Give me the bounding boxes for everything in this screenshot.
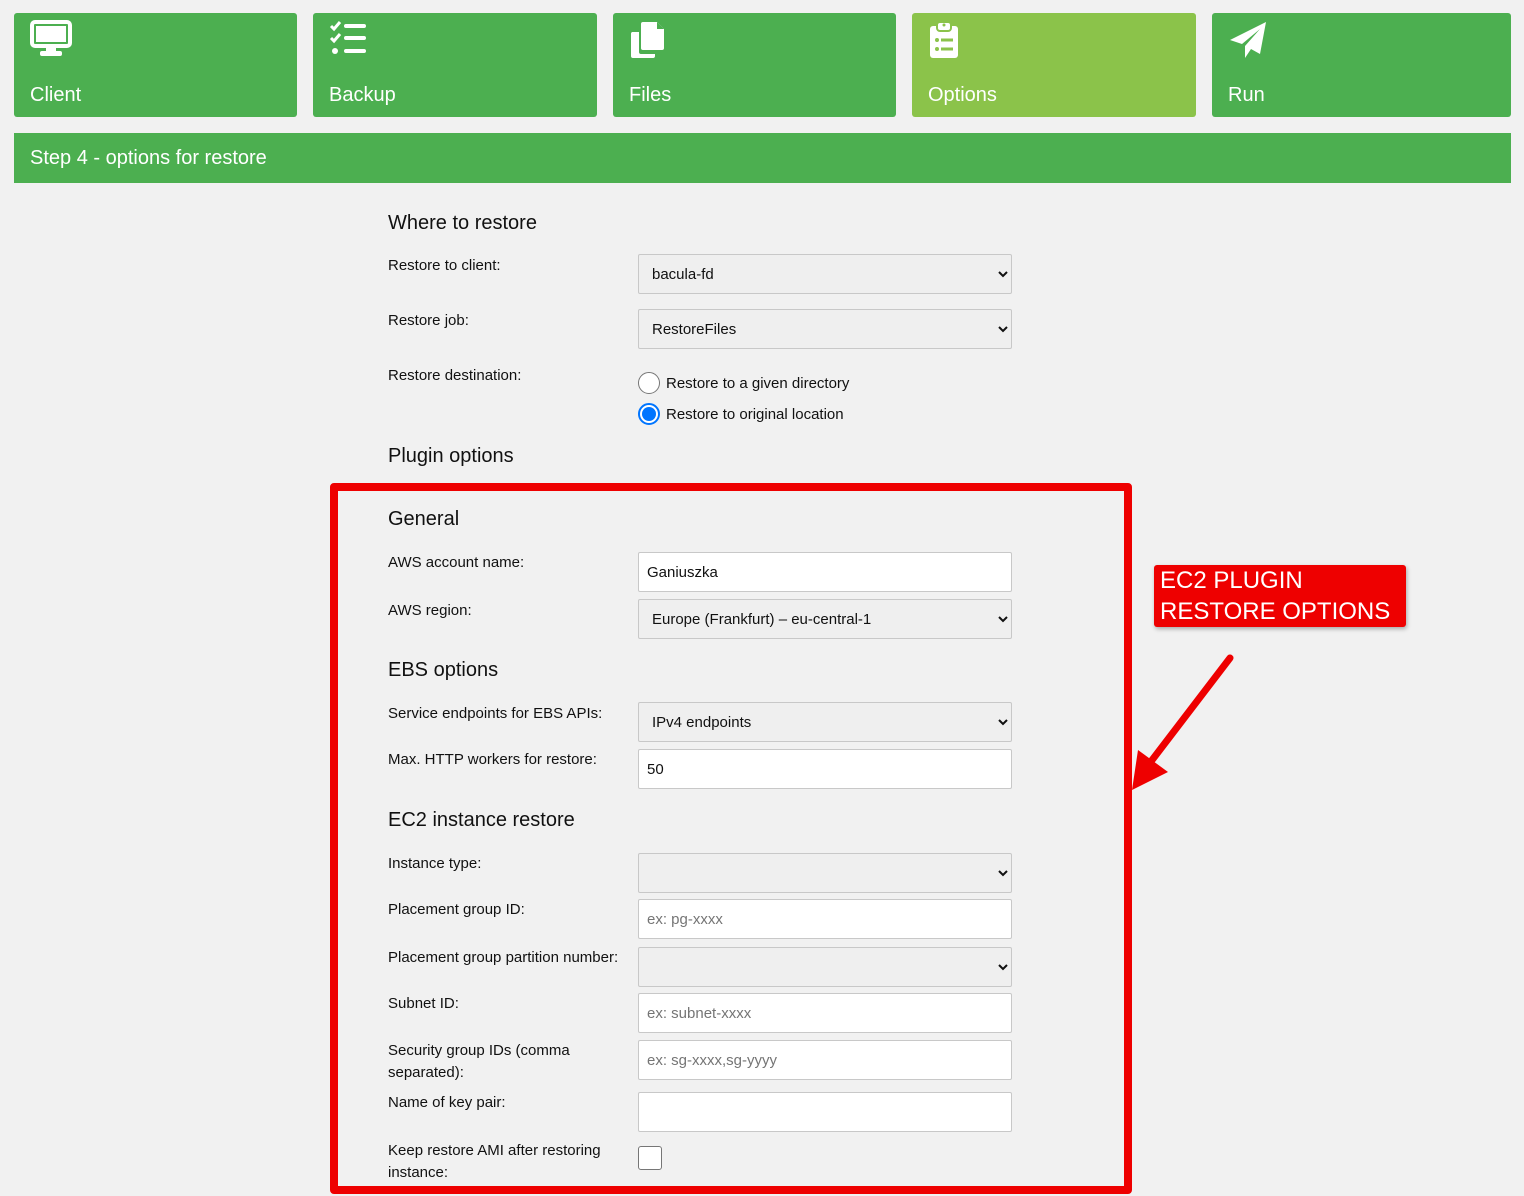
paper-plane-icon — [1228, 20, 1268, 65]
aws-region-label: AWS region: — [388, 602, 472, 619]
http-workers-label: Max. HTTP workers for restore: — [388, 751, 597, 768]
radio-given-directory[interactable]: Restore to a given directory — [638, 370, 849, 396]
security-groups-input[interactable] — [638, 1040, 1012, 1080]
aws-region-select[interactable]: Europe (Frankfurt) – eu-central-1 — [638, 599, 1012, 639]
section-where-to-restore: Where to restore — [388, 212, 537, 234]
placement-group-label: Placement group ID: — [388, 901, 525, 918]
tab-files[interactable]: Files — [613, 13, 896, 117]
radio-label: Restore to original location — [666, 405, 844, 423]
tab-label: Files — [629, 84, 672, 106]
tab-options[interactable]: Options — [912, 13, 1196, 117]
key-pair-input[interactable] — [638, 1092, 1012, 1132]
section-ec2-instance-restore: EC2 instance restore — [388, 809, 575, 831]
ebs-endpoints-label: Service endpoints for EBS APIs: — [388, 705, 603, 722]
radio-button-checked[interactable] — [638, 403, 660, 425]
restore-client-label: Restore to client: — [388, 257, 501, 274]
radio-button[interactable] — [638, 372, 660, 394]
annotation-callout: EC2 PLUGIN RESTORE OPTIONS — [1154, 565, 1406, 627]
radio-original-location[interactable]: Restore to original location — [638, 401, 844, 427]
tab-client[interactable]: Client — [14, 13, 297, 117]
checklist-icon — [329, 20, 369, 63]
tab-run[interactable]: Run — [1212, 13, 1511, 117]
restore-job-label: Restore job: — [388, 312, 469, 329]
restore-client-select[interactable]: bacula-fd — [638, 254, 1012, 294]
key-pair-label: Name of key pair: — [388, 1094, 506, 1111]
tab-label: Options — [928, 84, 997, 106]
monitor-icon — [30, 20, 72, 63]
tab-label: Backup — [329, 84, 396, 106]
subnet-input[interactable] — [638, 993, 1012, 1033]
ebs-endpoints-select[interactable]: IPv4 endpoints — [638, 702, 1012, 742]
section-ebs-options: EBS options — [388, 659, 499, 681]
annotation-arrow-icon — [1132, 654, 1234, 790]
partition-number-select[interactable] — [638, 947, 1012, 987]
aws-account-label: AWS account name: — [388, 554, 525, 571]
copy-files-icon — [629, 20, 669, 65]
aws-account-input[interactable] — [638, 552, 1012, 592]
instance-type-label: Instance type: — [388, 855, 482, 872]
placement-group-input[interactable] — [638, 899, 1012, 939]
restore-destination-label: Restore destination: — [388, 367, 522, 384]
step-title: Step 4 - options for restore — [14, 133, 1511, 183]
keep-ami-label: Keep restore AMI after restoring instanc… — [388, 1142, 601, 1181]
restore-job-select[interactable]: RestoreFiles — [638, 309, 1012, 349]
section-general: General — [388, 508, 460, 530]
partition-number-label: Placement group partition number: — [388, 949, 619, 966]
clipboard-list-icon — [928, 20, 960, 65]
instance-type-select[interactable] — [638, 853, 1012, 893]
tab-label: Client — [30, 84, 82, 106]
radio-label: Restore to a given directory — [666, 374, 850, 392]
security-groups-label: Security group IDs (comma separated): — [388, 1042, 570, 1081]
tab-backup[interactable]: Backup — [313, 13, 597, 117]
http-workers-input[interactable] — [638, 749, 1012, 789]
section-plugin-options: Plugin options — [388, 445, 514, 467]
subnet-label: Subnet ID: — [388, 995, 459, 1012]
tab-label: Run — [1228, 84, 1265, 106]
keep-ami-checkbox[interactable] — [638, 1146, 662, 1170]
